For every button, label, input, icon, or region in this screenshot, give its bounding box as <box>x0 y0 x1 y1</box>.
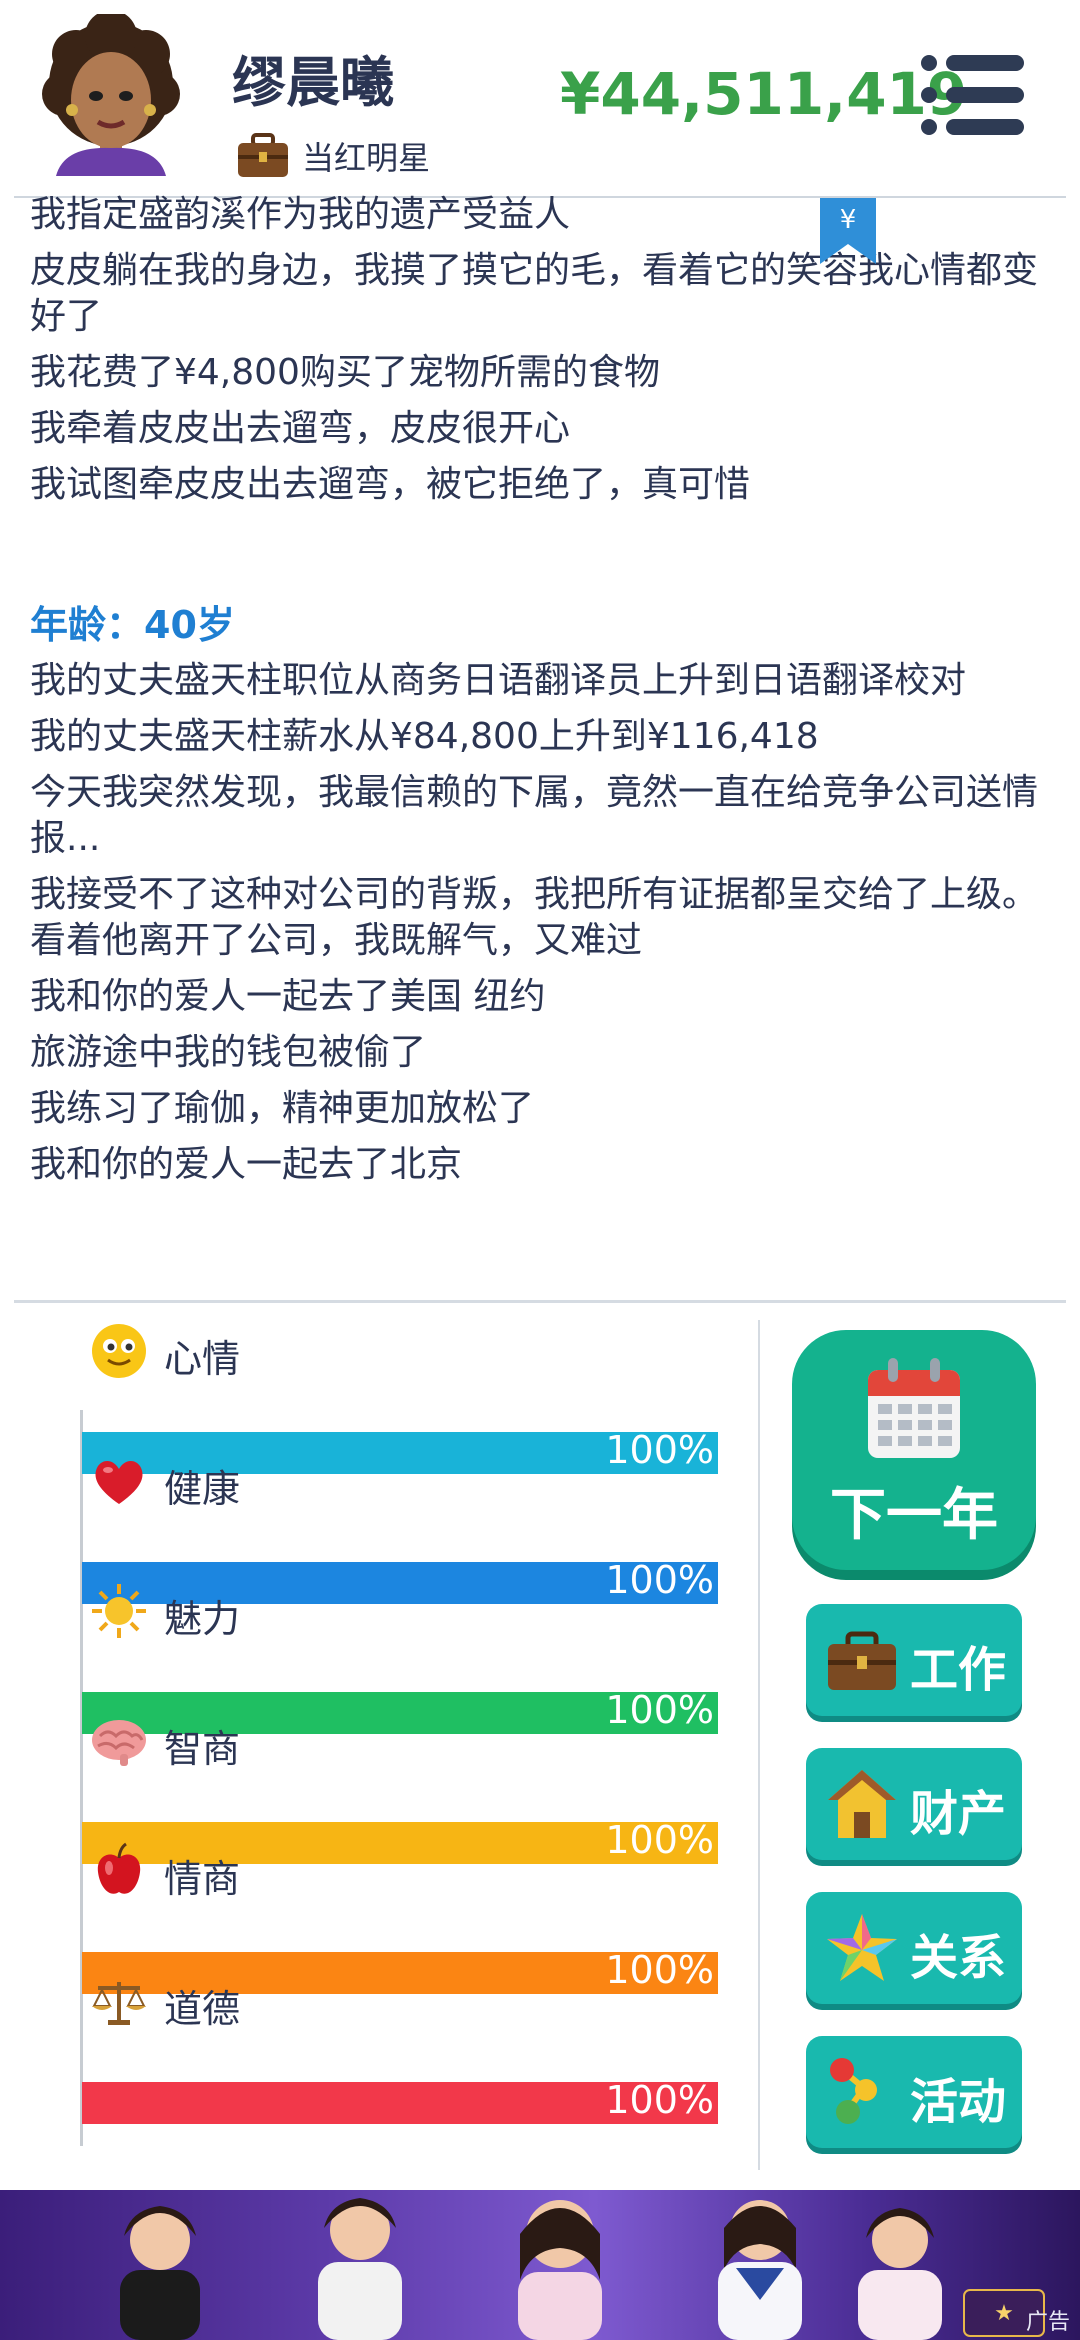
house-icon <box>828 1770 896 1838</box>
stats-panel: 心情 100% 健康 100% 魅力 100% 智商 100% 情商 100% … <box>80 1322 720 2162</box>
job-title: 当红明星 <box>302 139 431 177</box>
log-line: 我的丈夫盛天柱职位从商务日语翻译员上升到日语翻译校对 <box>30 660 967 701</box>
briefcase-icon <box>828 1631 896 1690</box>
log-line: 我花费了¥4,800购买了宠物所需的食物 <box>30 352 660 393</box>
log-line: 我的丈夫盛天柱薪水从¥84,800上升到¥116,418 <box>30 716 819 757</box>
stat-bar: 100% <box>82 2078 718 2124</box>
top-header: 缪晨曦 当红明星 ¥44,511,419 <box>0 0 1080 196</box>
relations-button[interactable]: 关系 <box>806 1892 1022 2004</box>
bookmark-icon[interactable]: ¥ <box>820 198 876 264</box>
log-line: 今天我突然发现，我最信赖的下属，竟然一直在给竞争公司送情报... <box>30 772 1039 859</box>
star-icon <box>827 1914 897 1981</box>
scales-icon <box>92 1982 146 2025</box>
stat-label: 道德 <box>164 1987 241 2031</box>
svg-text:¥: ¥ <box>840 205 857 235</box>
heart-icon <box>95 1460 143 1504</box>
stat-label: 魅力 <box>164 1597 241 1641</box>
assets-button[interactable]: 财产 <box>806 1748 1022 1860</box>
briefcase-icon <box>238 133 288 177</box>
stat-label: 智商 <box>164 1727 241 1771</box>
activities-button[interactable]: 活动 <box>806 2036 1022 2148</box>
stat-mood: 心情 100% <box>80 1322 720 1474</box>
stat-iq: 智商 100% <box>80 1712 720 1864</box>
smiley-icon <box>92 1324 146 1378</box>
stat-label: 情商 <box>164 1857 241 1901</box>
job-info: 当红明星 <box>236 128 430 184</box>
stat-label: 心情 <box>164 1337 241 1381</box>
activities-label: 活动 <box>910 2074 1007 2130</box>
stat-morality: 道德 100% <box>80 1972 720 2124</box>
ad-artwork: ★ <box>120 2198 1045 2340</box>
log-line: 我试图牵皮皮出去遛弯，被它拒绝了，真可惜 <box>30 464 751 505</box>
activity-dots-icon <box>830 2058 877 2124</box>
next-year-label: 下一年 <box>830 1483 998 1548</box>
stat-health: 健康 100% <box>80 1452 720 1604</box>
column-divider <box>758 1320 760 2170</box>
log-line: 我练习了瑜伽，精神更加放松了 <box>30 1088 535 1129</box>
stat-value: 100% <box>605 2078 714 2122</box>
work-button[interactable]: 工作 <box>806 1604 1022 1716</box>
life-log[interactable]: 我指定盛韵溪作为我的遗产受益人 皮皮躺在我的身边，我摸了摸它的毛，看着它的笑容我… <box>30 190 1050 1240</box>
log-line: 旅游途中我的钱包被偷了 <box>30 1032 427 1073</box>
sun-icon <box>92 1584 146 1638</box>
calendar-icon <box>868 1358 960 1458</box>
log-line: 我和你的爱人一起去了北京 <box>30 1144 463 1185</box>
log-line: 我和你的爱人一起去了美国 纽约 <box>30 976 546 1017</box>
log-line: 我指定盛韵溪作为我的遗产受益人 <box>30 194 571 235</box>
player-name: 缪晨曦 <box>232 51 394 114</box>
assets-label: 财产 <box>910 1786 1007 1842</box>
money-balance: ¥44,511,419 <box>560 60 968 128</box>
ad-banner[interactable]: ★ 广告 <box>0 2190 1080 2340</box>
svg-text:★: ★ <box>994 2301 1014 2326</box>
brain-icon <box>92 1720 146 1766</box>
menu-icon[interactable] <box>920 54 1026 136</box>
ad-tag: 广告 <box>1025 2310 1070 2335</box>
log-line: 皮皮躺在我的身边，我摸了摸它的毛，看着它的笑容我心情都变好了 <box>30 250 1039 337</box>
avatar[interactable] <box>36 14 186 176</box>
apple-icon <box>97 1842 141 1894</box>
section-divider <box>14 1300 1066 1303</box>
work-label: 工作 <box>910 1642 1007 1698</box>
next-year-button[interactable]: 下一年 <box>792 1330 1036 1570</box>
relations-label: 关系 <box>910 1930 1007 1986</box>
stat-charm: 魅力 100% <box>80 1582 720 1734</box>
stat-eq: 情商 100% <box>80 1842 720 1994</box>
log-line: 我接受不了这种对公司的背叛，我把所有证据都呈交给了上级。看着他离开了公司，我既解… <box>30 874 1039 961</box>
stat-label: 健康 <box>164 1467 241 1511</box>
log-line: 我牵着皮皮出去遛弯，皮皮很开心 <box>30 408 571 449</box>
age-header: 年龄：40岁 <box>30 603 235 647</box>
